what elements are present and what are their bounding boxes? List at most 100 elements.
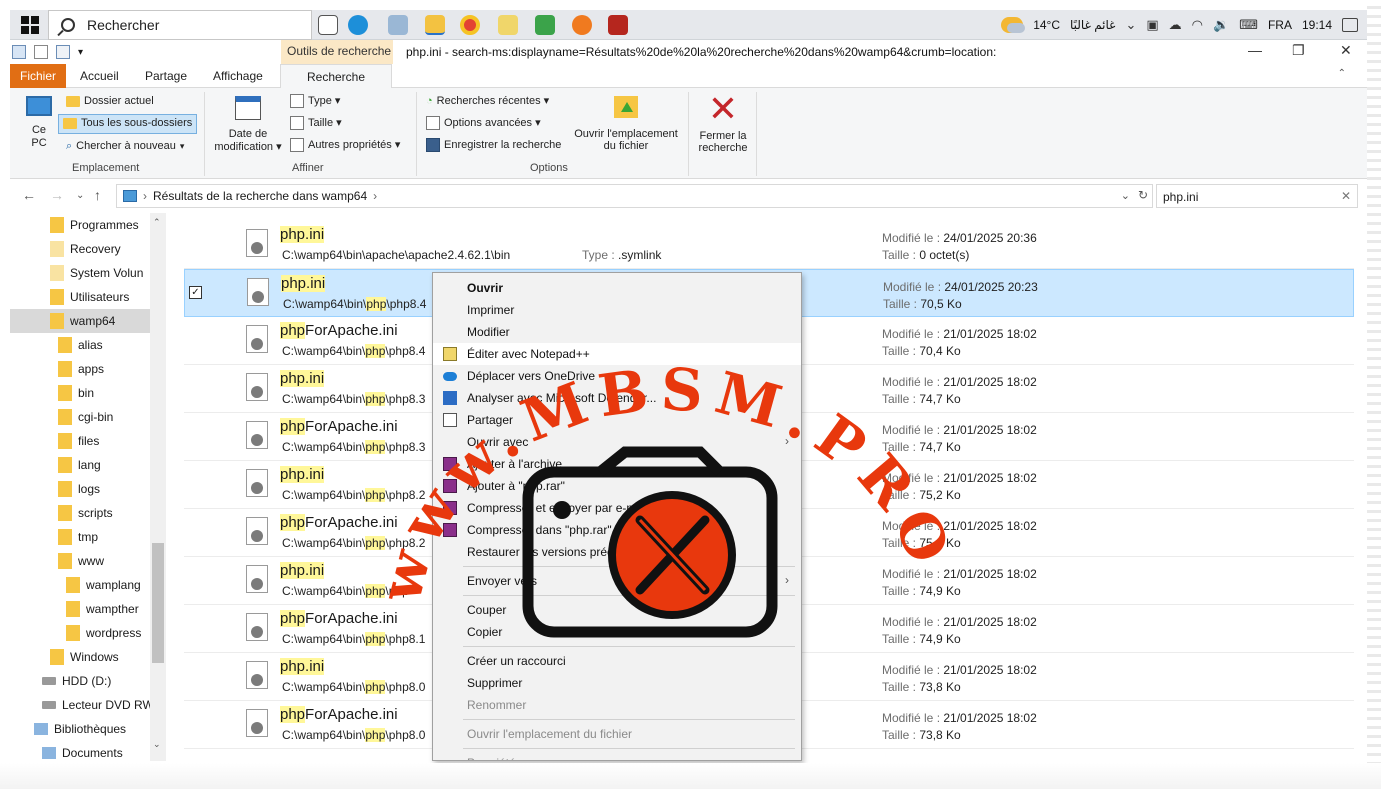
chrome-icon[interactable]: [460, 15, 480, 35]
tab-search[interactable]: Recherche: [280, 64, 392, 88]
collapse-ribbon-icon[interactable]: ⌃: [1338, 68, 1346, 79]
file-name[interactable]: php.ini: [280, 658, 325, 675]
notification-icon[interactable]: [1342, 18, 1358, 32]
start-button[interactable]: [18, 10, 42, 40]
file-name[interactable]: phpForApache.ini: [280, 610, 398, 627]
close-window-icon[interactable]: ✕: [1340, 42, 1352, 59]
current-folder-button[interactable]: Dossier actuel: [62, 93, 158, 111]
tab-view[interactable]: Affichage: [203, 64, 273, 88]
breadcrumb-path[interactable]: Résultats de la recherche dans wamp64: [153, 189, 367, 203]
size-button[interactable]: Taille ▾: [290, 116, 342, 131]
up-arrow-icon[interactable]: ↑: [94, 187, 101, 203]
tab-share[interactable]: Partage: [135, 64, 197, 88]
scroll-down-icon[interactable]: ⌄: [153, 739, 161, 750]
scroll-up-icon[interactable]: ⌃: [153, 217, 161, 228]
weather-icon[interactable]: [1001, 17, 1026, 33]
menu-item-copier[interactable]: Copier: [433, 621, 801, 643]
file-name[interactable]: php.ini: [280, 466, 325, 483]
all-subfolders-button[interactable]: Tous les sous-dossiers: [58, 114, 198, 134]
search-again-button[interactable]: ⌕ Chercher à nouveau ▾: [62, 138, 188, 156]
webcam-icon[interactable]: ▣: [1146, 17, 1158, 33]
restore-icon[interactable]: ❐: [1292, 42, 1305, 59]
nav-scrollbar[interactable]: ⌃ ⌄: [150, 213, 166, 761]
back-arrow-icon[interactable]: ←: [22, 187, 36, 203]
menu-item-ouvrir[interactable]: Ouvrir: [433, 277, 801, 299]
customize-chevron-icon[interactable]: ▾: [78, 47, 83, 58]
nav-item-lang[interactable]: lang: [10, 453, 150, 477]
advanced-options-button[interactable]: Options avancées ▾: [426, 116, 541, 131]
file-name[interactable]: php.ini: [280, 562, 325, 579]
menu-item-creer-un-raccourci[interactable]: Créer un raccourci: [433, 650, 801, 672]
file-explorer-icon[interactable]: [425, 15, 445, 35]
filezilla-icon[interactable]: [608, 15, 628, 35]
new-folder-icon[interactable]: [56, 45, 70, 59]
nav-item-windows[interactable]: Windows: [10, 645, 150, 669]
taskbar-search[interactable]: Rechercher: [48, 10, 312, 40]
open-file-location-button[interactable]: Ouvrir l'emplacement du fichier: [568, 96, 684, 152]
nav-item-www[interactable]: www: [10, 549, 150, 573]
menu-item-ajouter-a-php-rar[interactable]: Ajouter à "php.rar": [433, 475, 801, 497]
language-indicator[interactable]: FRA: [1268, 18, 1292, 32]
menu-item-compresser-dans-php-rar-et-envoyer-par-e-mail[interactable]: Compresser dans "php.rar" et envoyer par…: [433, 519, 801, 541]
minimize-icon[interactable]: —: [1248, 42, 1262, 58]
forward-arrow-icon[interactable]: →: [50, 187, 64, 203]
nav-item-alias[interactable]: alias: [10, 333, 150, 357]
file-name[interactable]: phpForApache.ini: [280, 706, 398, 723]
file-name[interactable]: php.ini: [280, 226, 325, 243]
app-icon-2[interactable]: [535, 15, 555, 35]
menu-item-deplacer-vers-onedrive[interactable]: Déplacer vers OneDrive: [433, 365, 801, 387]
edge-icon[interactable]: [348, 15, 368, 35]
chevron-up-icon[interactable]: ⌄: [1125, 17, 1136, 33]
nav-item-tmp[interactable]: tmp: [10, 525, 150, 549]
refresh-icon[interactable]: ↻: [1138, 188, 1148, 202]
clear-search-icon[interactable]: ✕: [1341, 189, 1351, 203]
app-icon[interactable]: [388, 15, 408, 35]
menu-item-ouvrir-avec[interactable]: Ouvrir avec ›: [433, 431, 801, 453]
nav-item-documents[interactable]: Documents: [10, 741, 150, 761]
address-path-box[interactable]: › Résultats de la recherche dans wamp64 …: [116, 184, 1153, 208]
nav-item-logs[interactable]: logs: [10, 477, 150, 501]
file-name[interactable]: phpForApache.ini: [280, 418, 398, 435]
file-name[interactable]: php.ini: [280, 370, 325, 387]
close-search-button[interactable]: ✕ Fermer la recherche: [692, 91, 754, 155]
menu-item-ajouter-a-l-archive[interactable]: Ajouter à l'archive...: [433, 453, 801, 475]
tab-home[interactable]: Accueil: [70, 64, 129, 88]
nav-item-scripts[interactable]: scripts: [10, 501, 150, 525]
nav-item-programmes[interactable]: Programmes: [10, 213, 150, 237]
breadcrumb-chevron-icon[interactable]: ›: [373, 189, 377, 203]
cloud-icon[interactable]: ☁: [1169, 17, 1182, 33]
nav-item-wordpress[interactable]: wordpress: [10, 621, 150, 645]
file-name[interactable]: php.ini: [281, 275, 326, 292]
wifi-icon[interactable]: ◠: [1192, 17, 1203, 33]
notepad-plus-icon[interactable]: [498, 15, 518, 35]
nav-item-apps[interactable]: apps: [10, 357, 150, 381]
menu-item-supprimer[interactable]: Supprimer: [433, 672, 801, 694]
nav-item-files[interactable]: files: [10, 429, 150, 453]
nav-item-system-volun[interactable]: System Volun: [10, 261, 150, 285]
recent-searches-button[interactable]: ◔ Recherches récentes ▾: [426, 94, 549, 107]
recent-locations-chevron-icon[interactable]: ⌄: [76, 190, 84, 201]
menu-item-partager[interactable]: Partager: [433, 409, 801, 431]
nav-item-wamplang[interactable]: wamplang: [10, 573, 150, 597]
file-name[interactable]: phpForApache.ini: [280, 514, 398, 531]
other-properties-button[interactable]: Autres propriétés ▾: [290, 138, 400, 153]
nav-item-wampther[interactable]: wampther: [10, 597, 150, 621]
properties-icon[interactable]: [34, 45, 48, 59]
nav-scrollbar-thumb[interactable]: [152, 543, 164, 663]
menu-item-editer-avec-notepad[interactable]: Éditer avec Notepad++: [433, 343, 801, 365]
task-view-icon[interactable]: [318, 15, 338, 35]
row-checkbox[interactable]: ✓: [189, 286, 202, 299]
this-pc-button[interactable]: Ce PC: [26, 96, 56, 150]
firefox-icon[interactable]: [572, 15, 592, 35]
date-modified-button[interactable]: Date de modification ▾: [208, 96, 288, 153]
search-input[interactable]: php.ini ✕: [1156, 184, 1358, 208]
file-row[interactable]: php.ini C:\wamp64\bin\apache\apache2.4.62…: [184, 221, 1354, 269]
file-name[interactable]: phpForApache.ini: [280, 322, 398, 339]
nav-item-wamp64[interactable]: wamp64: [10, 309, 150, 333]
tab-file[interactable]: Fichier: [10, 64, 66, 88]
menu-item-restaurer-les-versions-precedentes[interactable]: Restaurer les versions précédentes: [433, 541, 801, 563]
menu-item-couper[interactable]: Couper: [433, 599, 801, 621]
menu-item-modifier[interactable]: Modifier: [433, 321, 801, 343]
nav-item-utilisateurs[interactable]: Utilisateurs: [10, 285, 150, 309]
menu-item-analyser-avec-microsoft-defender[interactable]: Analyser avec Microsoft Defender...: [433, 387, 801, 409]
